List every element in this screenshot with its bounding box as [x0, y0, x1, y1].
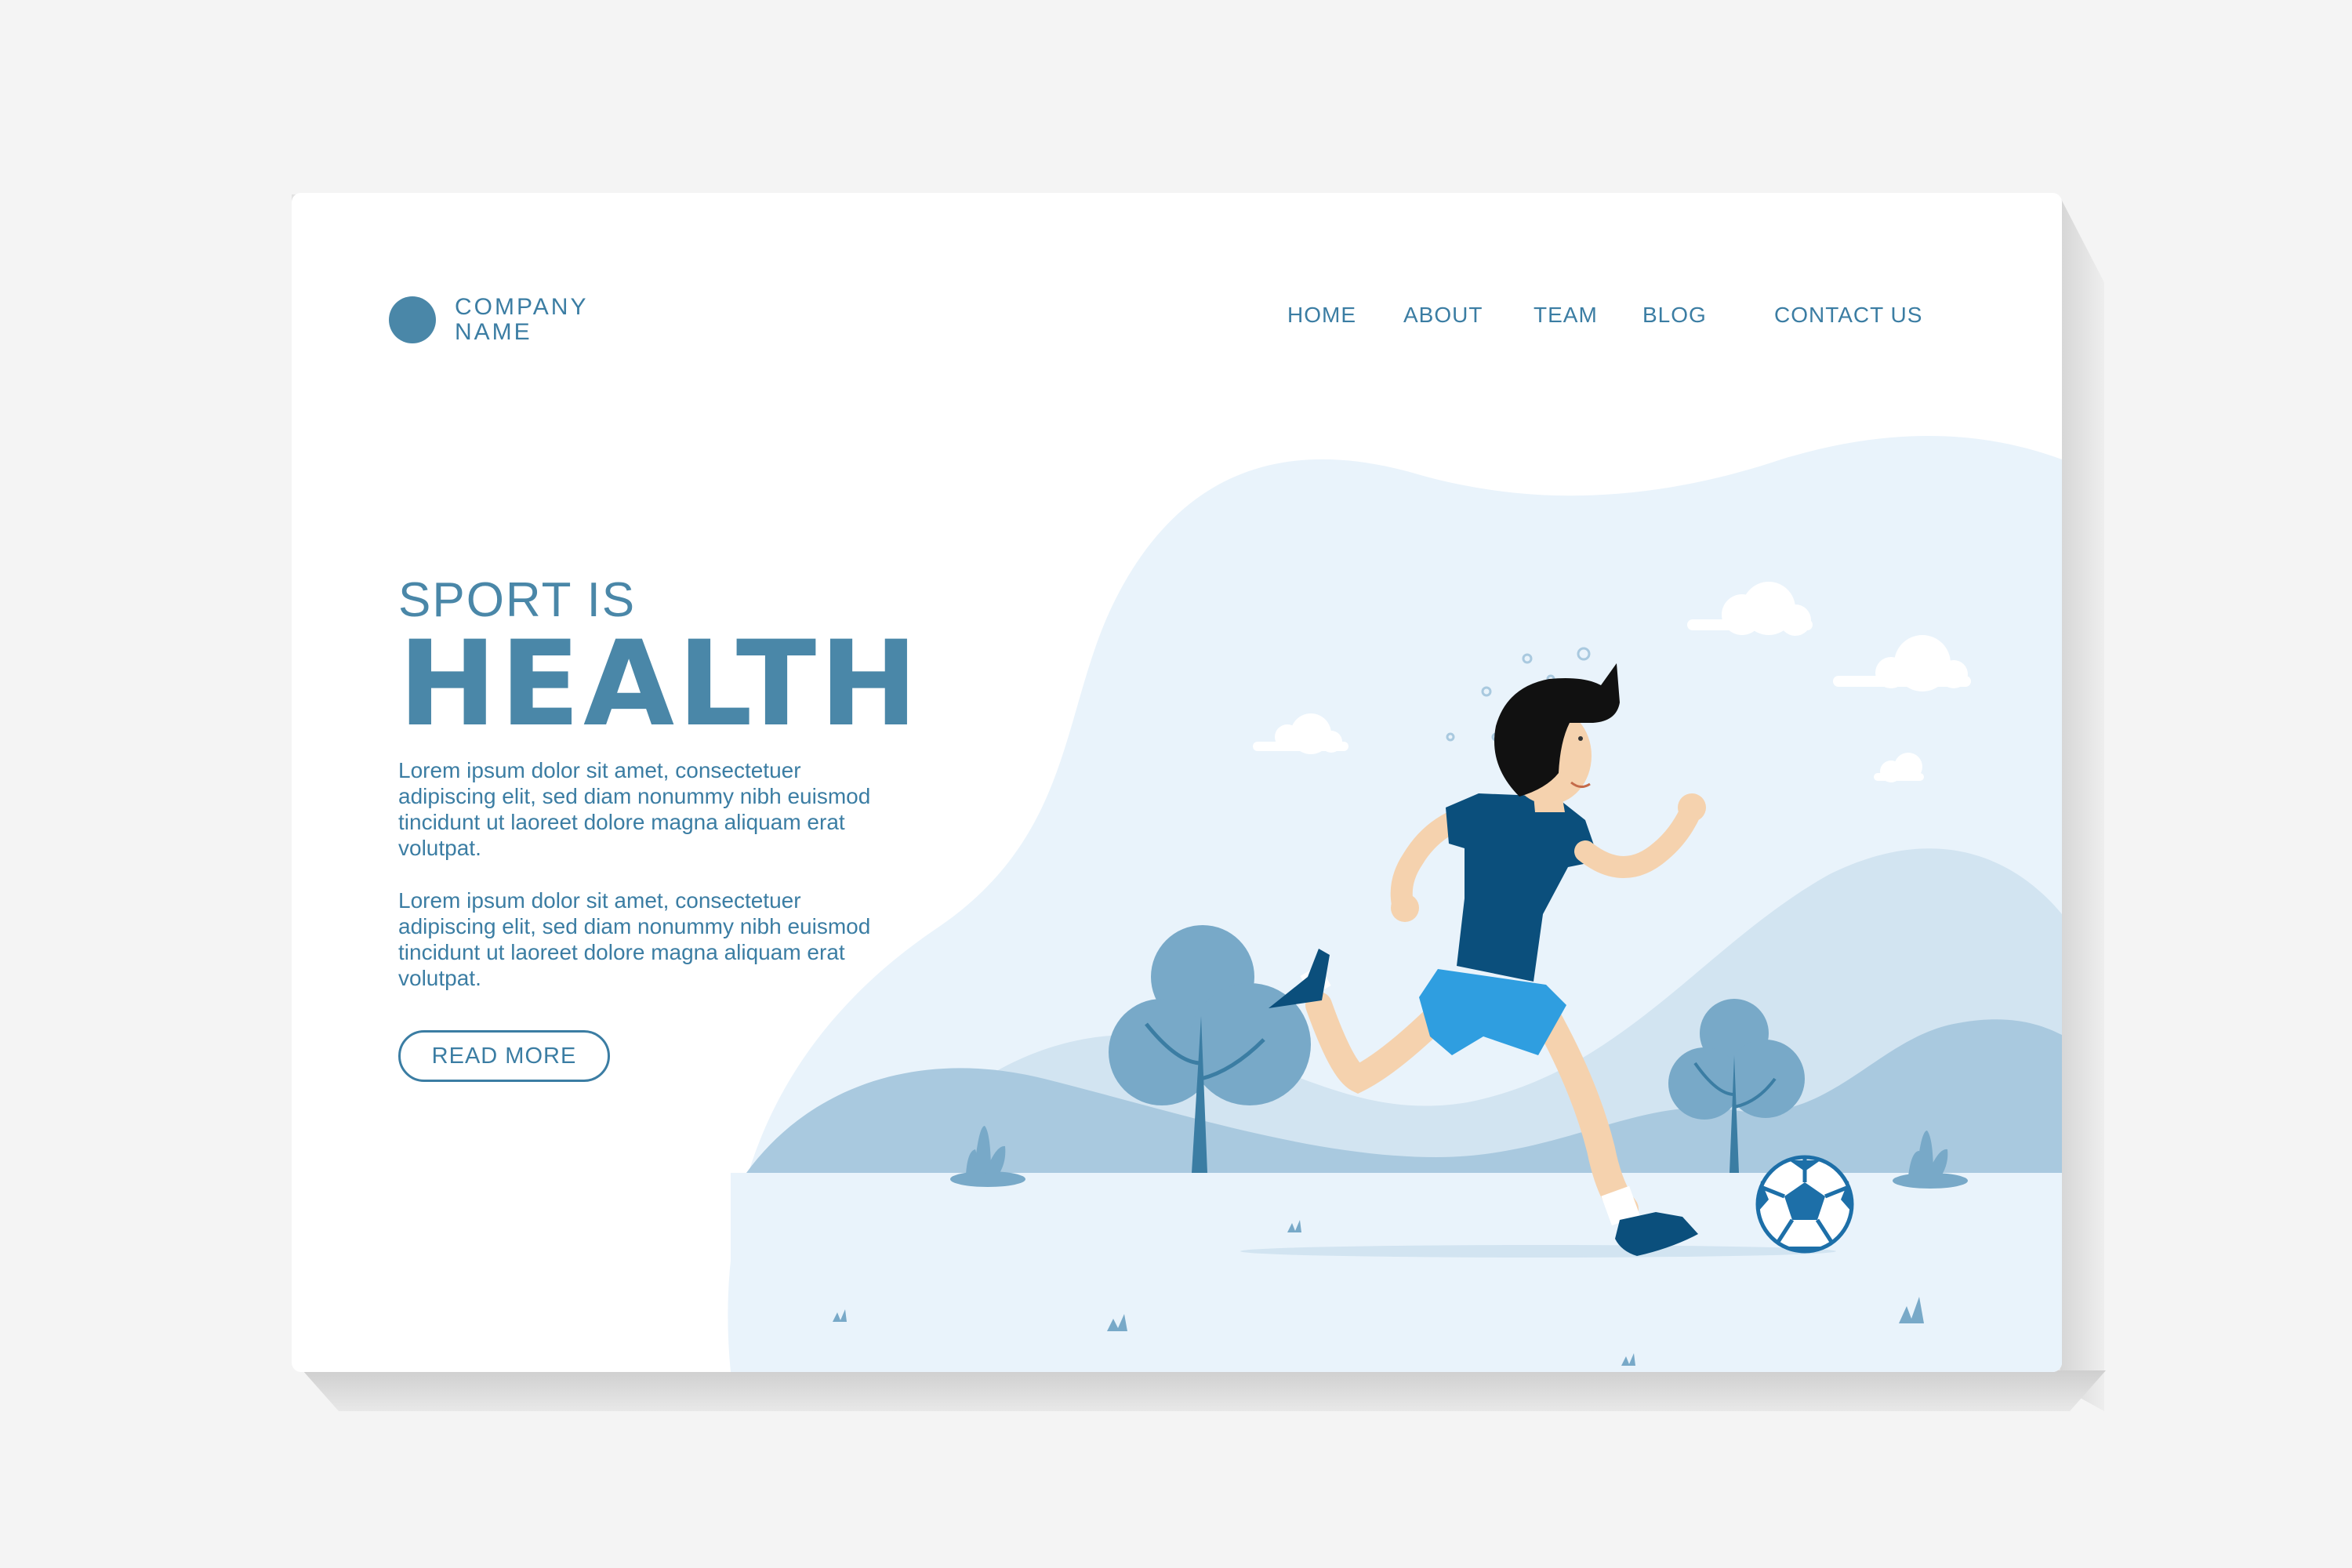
- ground-shadow: [1240, 1245, 1836, 1258]
- ground: [731, 1173, 2062, 1372]
- nav-about-link[interactable]: ABOUT: [1403, 303, 1483, 328]
- nav-contact-link[interactable]: CONTACT US: [1774, 303, 1922, 328]
- read-more-button[interactable]: READ MORE: [398, 1030, 610, 1082]
- landing-page-card: COMPANY NAME HOME ABOUT TEAM BLOG CONTAC…: [292, 193, 2062, 1372]
- hero-paragraph-2: Lorem ipsum dolor sit amet, consectetuer…: [398, 888, 871, 990]
- card-bottom-shadow: [303, 1370, 2106, 1411]
- nav-blog-link[interactable]: BLOG: [1642, 303, 1707, 328]
- nav-home-link[interactable]: HOME: [1287, 303, 1356, 328]
- main-nav: HOME ABOUT TEAM BLOG CONTACT US: [292, 303, 2062, 334]
- hero-paragraph-1: Lorem ipsum dolor sit amet, consectetuer…: [398, 758, 871, 860]
- hero-title: HEALTH: [398, 616, 921, 753]
- soccer-ball: [1755, 1155, 1854, 1254]
- nav-team-link[interactable]: TEAM: [1534, 303, 1598, 328]
- card-side: [2060, 198, 2104, 1411]
